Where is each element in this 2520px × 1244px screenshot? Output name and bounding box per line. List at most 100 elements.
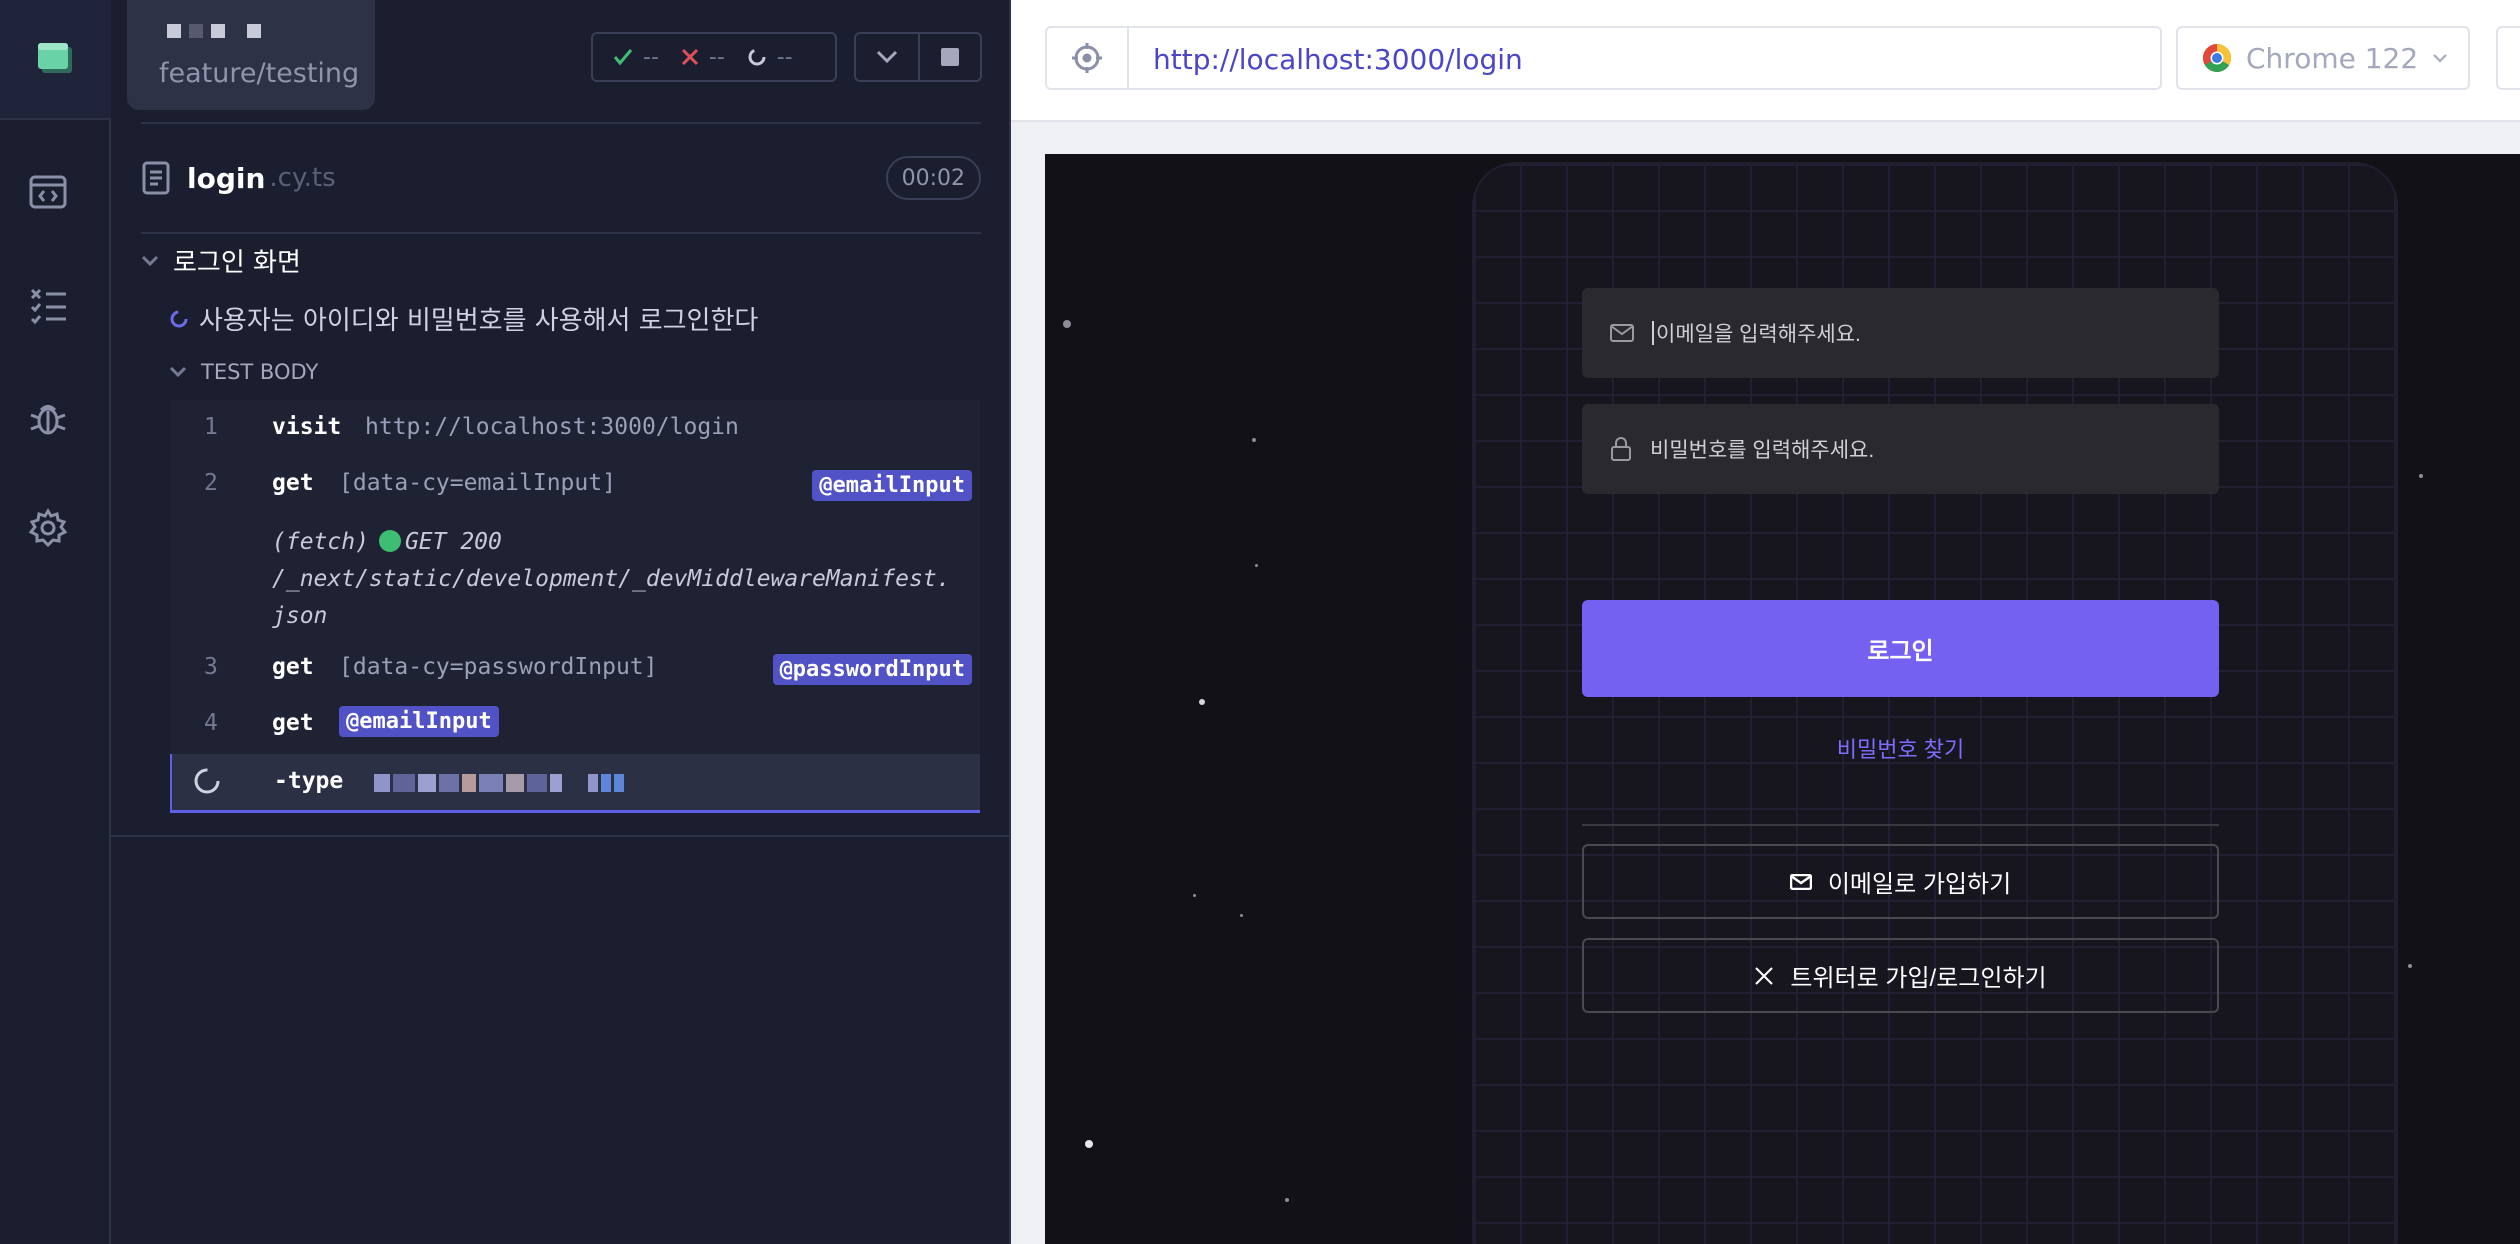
- signup-email-button[interactable]: 이메일로 가입하기: [1582, 844, 2219, 919]
- alias-badge[interactable]: @passwordInput: [772, 654, 972, 685]
- alias-badge[interactable]: @emailInput: [812, 470, 972, 501]
- command-number: 1: [204, 414, 218, 440]
- log-end-divider: [111, 835, 1011, 837]
- settings-nav-button[interactable]: [24, 504, 72, 552]
- command-number: 2: [204, 470, 218, 496]
- stop-button[interactable]: [918, 32, 982, 82]
- debug-nav-button[interactable]: [24, 394, 72, 442]
- check-icon: [613, 49, 633, 66]
- star: [1193, 894, 1196, 897]
- star: [2408, 964, 2412, 968]
- test-row[interactable]: 사용자는 아이디와 비밀번호를 사용해서 로그인한다: [169, 300, 758, 337]
- specs-icon: [29, 175, 67, 209]
- spec-name: login: [187, 161, 266, 195]
- fetch-log[interactable]: (fetch) GET 200 /_next/static/development…: [272, 524, 972, 635]
- suite-title: 로그인 화면: [173, 248, 301, 278]
- selector-playground-button[interactable]: [1047, 28, 1129, 88]
- pending-icon: [748, 48, 766, 66]
- command-number: 3: [204, 654, 218, 680]
- crosshair-icon: [1072, 43, 1102, 73]
- star: [2419, 474, 2423, 478]
- suite-row[interactable]: 로그인 화면: [141, 242, 301, 279]
- test-title: 사용자는 아이디와 비밀번호를 사용해서 로그인한다: [199, 306, 759, 336]
- forgot-password-link[interactable]: 비밀번호 찾기: [1582, 732, 2219, 764]
- star: [1240, 914, 1243, 917]
- command-number: 4: [204, 710, 218, 736]
- test-body-toggle[interactable]: TEST BODY: [169, 360, 318, 384]
- star: [1255, 564, 1258, 567]
- runner-logo[interactable]: [0, 0, 111, 120]
- x-logo-icon: [1755, 966, 1774, 985]
- nav-rail: [0, 0, 111, 1244]
- reporter-panel: feature/testing -- -- -- login .cy.ts 00…: [111, 0, 1011, 1244]
- running-spinner-icon: [170, 310, 188, 327]
- spec-duration: 00:02: [885, 156, 981, 200]
- star: [1063, 320, 1071, 328]
- command-arg: [data-cy=passwordInput]: [339, 654, 658, 680]
- fetch-status: GET 200: [404, 529, 502, 555]
- command-name: visit: [272, 414, 342, 440]
- runs-nav-button[interactable]: [24, 281, 72, 329]
- passed-count: --: [643, 44, 659, 70]
- fetch-label: (fetch): [272, 529, 369, 555]
- specs-nav-button[interactable]: [24, 168, 72, 216]
- text-cursor: [1652, 321, 1654, 345]
- status-dot: [378, 530, 401, 552]
- form-divider: [1582, 824, 2219, 826]
- test-body-label: TEST BODY: [201, 360, 319, 384]
- mail-icon: [1610, 324, 1634, 342]
- runner-logo-icon: [37, 43, 72, 73]
- spec-header: login .cy.ts 00:02: [141, 152, 981, 204]
- pending-stat: --: [747, 45, 793, 70]
- spec-file-icon: [142, 161, 170, 195]
- chevron-down-icon: [141, 255, 159, 266]
- command-arg: http://localhost:3000/login: [365, 414, 739, 440]
- signup-twitter-label: 트위터로 가입/로그인하기: [1790, 965, 2047, 992]
- star: [1085, 1140, 1093, 1148]
- browser-toolbar: http://localhost:3000/login Chrome 122: [1011, 0, 2520, 122]
- pending-count: --: [776, 44, 793, 70]
- command-name: get: [272, 470, 314, 496]
- signup-twitter-button[interactable]: 트위터로 가입/로그인하기: [1582, 938, 2219, 1013]
- typed-value-redacted: [374, 774, 629, 792]
- email-input[interactable]: 이메일을 입력해주세요.: [1582, 288, 2219, 378]
- command-log: 1 visit http://localhost:3000/login 2 ge…: [170, 400, 980, 813]
- alias-badge[interactable]: @emailInput: [339, 706, 499, 737]
- active-command-row[interactable]: -type: [170, 754, 980, 813]
- branch-tooltip: feature/testing: [127, 0, 375, 110]
- password-placeholder: 비밀번호를 입력해주세요.: [1650, 439, 1875, 462]
- command-name: get: [272, 710, 314, 736]
- password-input[interactable]: 비밀번호를 입력해주세요.: [1582, 404, 2219, 494]
- cross-icon: [681, 48, 698, 66]
- debug-icon: [30, 405, 66, 435]
- chevron-down-icon: [876, 50, 898, 64]
- browser-name: Chrome 122: [2246, 41, 2419, 75]
- spec-extension: .cy.ts: [269, 163, 336, 193]
- signup-email-label: 이메일로 가입하기: [1827, 871, 2012, 898]
- lock-icon: [1611, 437, 1631, 461]
- settings-icon: [28, 508, 68, 548]
- star: [1199, 699, 1205, 705]
- browser-selector[interactable]: Chrome 122: [2176, 26, 2470, 90]
- branch-name: feature/testing: [159, 58, 360, 89]
- command-name: -type: [274, 768, 344, 794]
- runs-icon: [30, 288, 66, 325]
- login-button[interactable]: 로그인: [1582, 600, 2219, 697]
- chrome-icon: [2203, 44, 2231, 72]
- chevron-down-icon: [2433, 54, 2447, 63]
- command-arg: [data-cy=emailInput]: [339, 470, 616, 496]
- test-stats: -- -- --: [591, 32, 837, 82]
- fetch-path: /_next/static/development/_devMiddleware…: [272, 566, 951, 592]
- viewport-button[interactable]: [2496, 26, 2520, 90]
- email-placeholder: 이메일을 입력해주세요.: [1656, 323, 1861, 346]
- chevron-down-icon: [169, 366, 187, 378]
- running-spinner-icon: [194, 768, 220, 794]
- project-name-redacted: [167, 24, 261, 38]
- passed-stat: --: [613, 45, 659, 70]
- star: [1252, 438, 1256, 442]
- expand-all-button[interactable]: [854, 32, 920, 82]
- failed-count: --: [708, 44, 725, 70]
- mail-icon: [1789, 873, 1812, 890]
- stop-icon: [941, 48, 959, 66]
- url-bar[interactable]: http://localhost:3000/login: [1045, 26, 2162, 90]
